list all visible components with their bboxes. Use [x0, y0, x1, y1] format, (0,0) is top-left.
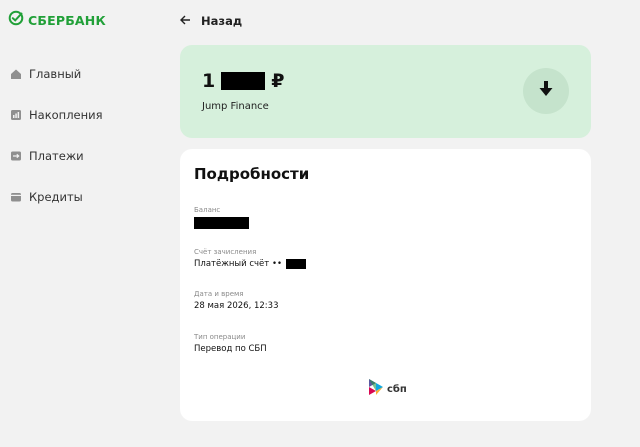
account-text: Платёжный счёт •• — [194, 259, 282, 269]
sidebar: СБЕРБАНК Главный Накопления Платежи Кред… — [0, 0, 170, 447]
brand-name: СБЕРБАНК — [28, 12, 106, 28]
download-icon — [539, 81, 553, 101]
wallet-icon — [10, 191, 22, 203]
currency-symbol: ₽ — [271, 70, 285, 92]
sberbank-logo[interactable]: СБЕРБАНК — [8, 10, 106, 30]
redacted-amount — [221, 72, 266, 90]
amount-card: 1 ₽ Jump Finance — [180, 45, 591, 138]
arrow-left-icon — [180, 14, 191, 28]
balance-label: Баланс — [194, 206, 221, 214]
home-icon — [10, 68, 22, 80]
download-button[interactable] — [523, 68, 569, 114]
back-button[interactable]: Назад — [180, 12, 242, 30]
merchant-name: Jump Finance — [202, 101, 269, 112]
back-label: Назад — [201, 14, 243, 28]
sbp-logo-text: сбп — [387, 383, 407, 395]
balance-field: Баланс — [194, 206, 249, 229]
sidebar-item-label: Накопления — [29, 108, 103, 122]
sidebar-item-label: Платежи — [29, 149, 84, 163]
details-card: Подробности Баланс Счёт зачисления Платё… — [180, 149, 591, 421]
sidebar-item-savings[interactable]: Накопления — [10, 105, 103, 125]
sidebar-item-label: Главный — [29, 67, 82, 81]
transaction-amount: 1 ₽ — [202, 70, 284, 92]
account-field: Счёт зачисления Платёжный счёт •• — [194, 248, 306, 269]
account-value: Платёжный счёт •• — [194, 259, 306, 269]
sber-checkmark-icon — [8, 10, 24, 30]
sbp-triangle-icon — [368, 378, 384, 400]
redacted-balance — [194, 217, 249, 229]
datetime-value: 28 мая 2026, 12:33 — [194, 301, 279, 311]
operation-label: Тип операции — [194, 333, 246, 341]
operation-value: Перевод по СБП — [194, 344, 267, 354]
transfer-icon — [10, 150, 22, 162]
sidebar-item-main[interactable]: Главный — [10, 64, 103, 84]
sbp-logo: сбп — [368, 378, 407, 400]
details-title: Подробности — [194, 165, 310, 183]
amount-value: 1 — [202, 70, 216, 92]
operation-field: Тип операции Перевод по СБП — [194, 333, 267, 354]
account-label: Счёт зачисления — [194, 248, 257, 256]
sidebar-nav: Главный Накопления Платежи Кредиты — [10, 64, 103, 228]
sidebar-item-credits[interactable]: Кредиты — [10, 187, 103, 207]
sidebar-item-label: Кредиты — [29, 190, 83, 204]
datetime-field: Дата и время 28 мая 2026, 12:33 — [194, 290, 279, 311]
savings-chart-icon — [10, 109, 22, 121]
datetime-label: Дата и время — [194, 290, 244, 298]
redacted-account-number — [285, 259, 306, 269]
sidebar-item-payments[interactable]: Платежи — [10, 146, 103, 166]
